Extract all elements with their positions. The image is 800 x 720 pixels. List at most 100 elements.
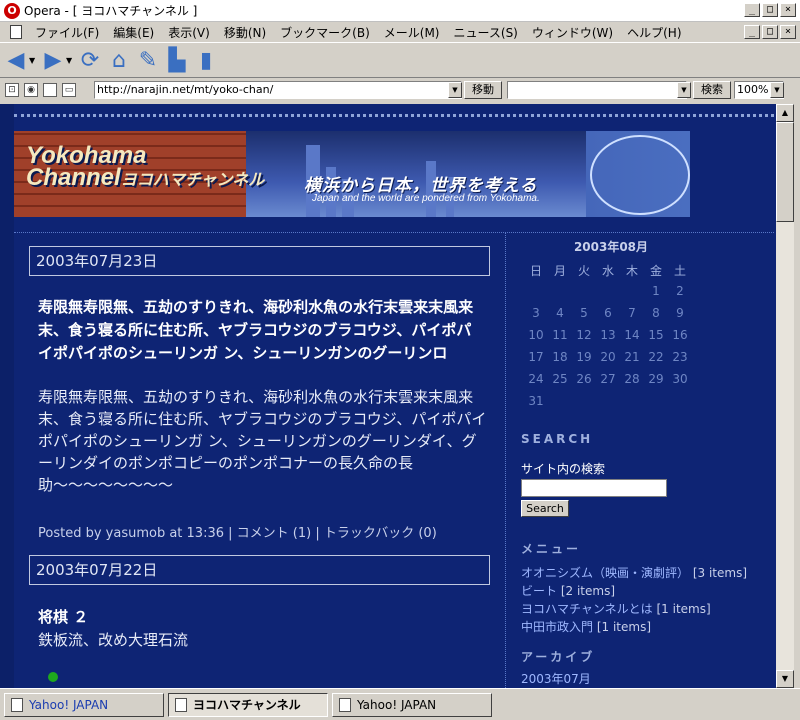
close-button[interactable]: × bbox=[780, 3, 796, 17]
calendar-day bbox=[644, 394, 668, 413]
menu-link[interactable]: 中田市政入門 [1 items] bbox=[521, 618, 651, 635]
menu-bookmarks[interactable]: ブックマーク(B) bbox=[273, 24, 377, 41]
menu-news[interactable]: ニュース(S) bbox=[446, 24, 524, 41]
site-search-input[interactable] bbox=[521, 479, 667, 497]
tab-yokohama-channel[interactable]: ヨコハマチャンネル bbox=[168, 692, 328, 717]
menu-bar: ファイル(F) 編集(E) 表示(V) 移動(N) ブックマーク(B) メール(… bbox=[0, 22, 800, 42]
site-banner[interactable]: Yokohama Channelヨコハマチャンネル 横浜から日本，世界を考える … bbox=[14, 131, 690, 217]
menu-link-label[interactable]: ヨコハマチャンネルとは bbox=[521, 602, 653, 616]
tab-bar: Yahoo! JAPAN ヨコハマチャンネル Yahoo! JAPAN bbox=[0, 688, 800, 720]
menu-file[interactable]: ファイル(F) bbox=[28, 24, 106, 41]
page-viewport: Yokohama Channelヨコハマチャンネル 横浜から日本，世界を考える … bbox=[0, 104, 800, 688]
banner-logo: Yokohama Channelヨコハマチャンネル bbox=[26, 144, 265, 192]
calendar-day: 6 bbox=[604, 306, 612, 320]
tab-yahoo-2[interactable]: Yahoo! JAPAN bbox=[332, 692, 492, 717]
page-tab-icon bbox=[175, 697, 187, 712]
calendar-weekday: 日 bbox=[529, 264, 542, 278]
menu-help[interactable]: ヘルプ(H) bbox=[620, 24, 688, 41]
window-titlebar: O Opera - [ ヨコハマチャンネル ] _ □ × bbox=[0, 0, 800, 22]
opera-logo-icon: O bbox=[4, 2, 20, 19]
go-button[interactable]: 移動 bbox=[464, 81, 502, 99]
menu-link-label[interactable]: オオニシズム（映画・演劇評） bbox=[521, 566, 689, 580]
calendar-day: 29 bbox=[648, 372, 664, 386]
tab-label: Yahoo! JAPAN bbox=[357, 697, 437, 712]
comments-link[interactable]: コメント (1) bbox=[237, 526, 312, 541]
calendar-weekday: 金 bbox=[649, 264, 662, 278]
banner-title-jp: ヨコハマチャンネル bbox=[120, 172, 265, 189]
window-title: Opera - [ ヨコハマチャンネル ] bbox=[24, 4, 198, 18]
forward-dropdown-icon[interactable]: ▼ bbox=[66, 56, 74, 65]
calendar-day: 4 bbox=[556, 306, 564, 320]
trackback-link[interactable]: トラックバック (0) bbox=[324, 526, 437, 541]
back-dropdown-icon[interactable]: ▼ bbox=[29, 56, 37, 65]
menu-navigate[interactable]: 移動(N) bbox=[217, 24, 273, 41]
menu-link[interactable]: オオニシズム（映画・演劇評） [3 items] bbox=[521, 564, 747, 581]
zoom-dropdown-icon[interactable]: ▼ bbox=[770, 82, 784, 98]
url-input[interactable]: http://narajin.net/mt/yoko-chan/ bbox=[94, 81, 462, 99]
maximize-button[interactable]: □ bbox=[762, 3, 778, 17]
document-icon[interactable] bbox=[10, 25, 22, 39]
scroll-thumb[interactable] bbox=[776, 122, 794, 222]
menu-link-label[interactable]: ビート bbox=[521, 584, 557, 598]
menu-edit[interactable]: 編集(E) bbox=[106, 24, 161, 41]
doc-restore-button[interactable]: □ bbox=[762, 25, 778, 39]
menu-link-count: [1 items] bbox=[656, 602, 711, 616]
doc-minimize-button[interactable]: _ bbox=[744, 25, 760, 39]
vertical-scrollbar[interactable]: ▲ ▼ bbox=[776, 104, 794, 688]
search-dropdown-icon[interactable]: ▼ bbox=[677, 82, 691, 98]
calendar-day: 17 bbox=[528, 350, 544, 364]
menu-link[interactable]: ビート [2 items] bbox=[521, 582, 615, 599]
lock-icon[interactable]: ⊡ bbox=[5, 83, 19, 97]
calendar-day bbox=[524, 284, 548, 303]
menu-link-label[interactable]: 中田市政入門 bbox=[521, 620, 593, 634]
column-divider bbox=[505, 232, 506, 688]
page-icon[interactable]: ▮ bbox=[193, 47, 219, 73]
minimize-button[interactable]: _ bbox=[744, 3, 760, 17]
calendar-day bbox=[620, 394, 644, 413]
banner-title-en2: Channel bbox=[26, 164, 121, 191]
reload-icon[interactable]: ⟳ bbox=[77, 47, 103, 73]
calendar-weekday: 土 bbox=[673, 264, 686, 278]
printer-icon[interactable]: ▭ bbox=[62, 83, 76, 97]
doc-close-button[interactable]: × bbox=[780, 25, 796, 39]
home-icon[interactable]: ⌂ bbox=[106, 47, 132, 73]
top-dotted-rule bbox=[14, 114, 774, 117]
archive-link[interactable]: 2003年07月 bbox=[521, 670, 591, 687]
menu-link[interactable]: ヨコハマチャンネルとは [1 items] bbox=[521, 600, 711, 617]
back-icon[interactable]: ◀ bbox=[3, 47, 29, 73]
calendar-day: 25 bbox=[552, 372, 568, 386]
calendar-day: 24 bbox=[528, 372, 544, 386]
url-dropdown-icon[interactable]: ▼ bbox=[448, 82, 462, 98]
site-search-button[interactable]: Search bbox=[521, 500, 569, 517]
page-tab-icon bbox=[11, 697, 23, 712]
menu-mail[interactable]: メール(M) bbox=[377, 24, 447, 41]
archive-heading: アーカイブ bbox=[521, 650, 596, 664]
menu-heading: メニュー bbox=[521, 542, 582, 556]
left-frame bbox=[0, 104, 14, 688]
calendar-day: 8 bbox=[652, 306, 660, 320]
print-icon[interactable]: ▙ bbox=[164, 47, 190, 73]
calendar-day bbox=[572, 284, 596, 303]
calendar-day: 18 bbox=[552, 350, 568, 364]
new-page-icon[interactable] bbox=[43, 83, 57, 97]
calendar-title: 2003年08月 bbox=[573, 240, 649, 254]
right-frame bbox=[794, 104, 800, 688]
menu-link-count: [3 items] bbox=[692, 566, 748, 580]
scroll-up-icon[interactable]: ▲ bbox=[776, 104, 794, 122]
menu-view[interactable]: 表示(V) bbox=[161, 24, 217, 41]
search-button[interactable]: 検索 bbox=[693, 81, 731, 99]
camera-icon[interactable]: ◉ bbox=[24, 83, 38, 97]
calendar-day: 7 bbox=[628, 306, 636, 320]
scroll-down-icon[interactable]: ▼ bbox=[776, 670, 794, 688]
calendar-day bbox=[548, 284, 572, 303]
calendar-day bbox=[620, 284, 644, 303]
calendar-day bbox=[596, 284, 620, 303]
search-input[interactable] bbox=[507, 81, 687, 99]
forward-icon[interactable]: ▶ bbox=[40, 47, 66, 73]
menu-window[interactable]: ウィンドウ(W) bbox=[525, 24, 620, 41]
calendar-day: 5 bbox=[580, 306, 588, 320]
calendar-day: 2 bbox=[676, 284, 684, 298]
tab-yahoo-1[interactable]: Yahoo! JAPAN bbox=[4, 692, 164, 717]
hotlist-icon[interactable]: ✎ bbox=[135, 47, 161, 73]
post-body: 鉄板流、改め大理石流 bbox=[38, 631, 189, 649]
